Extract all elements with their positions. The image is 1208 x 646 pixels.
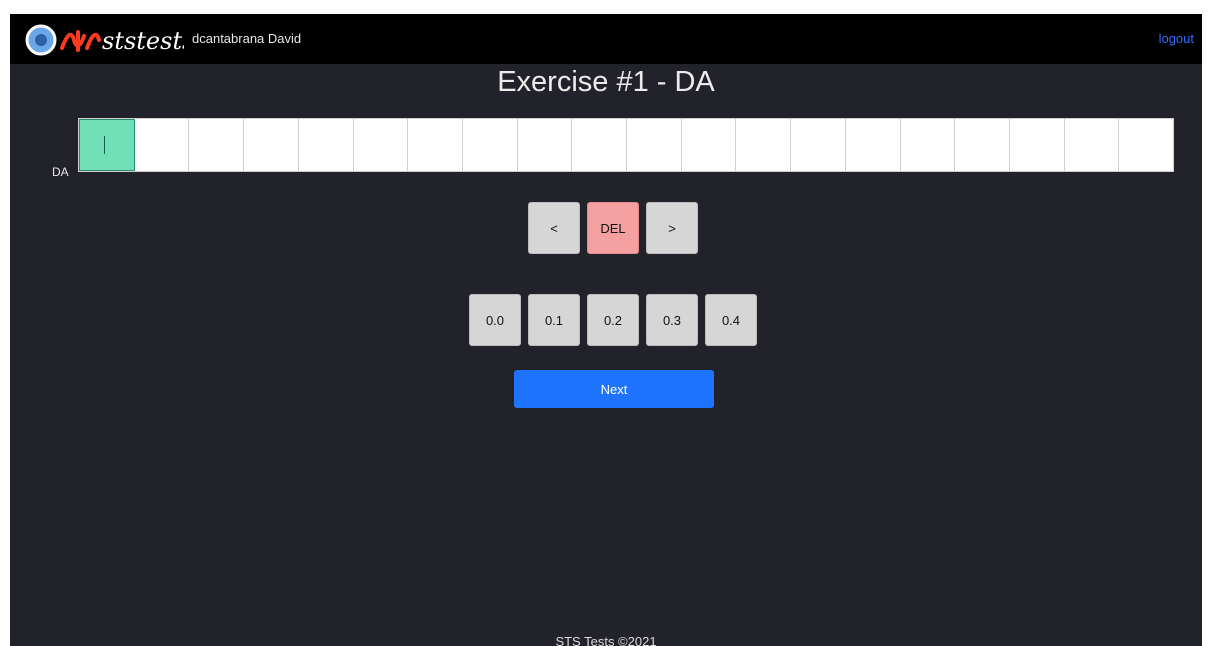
answer-cell-10[interactable] bbox=[572, 119, 628, 171]
answer-cell-11[interactable] bbox=[627, 119, 682, 171]
logo-text: ststests bbox=[102, 27, 184, 55]
answer-cell-12[interactable] bbox=[681, 119, 737, 171]
app-screen: ststests dcantabrana David logout Exerci… bbox=[10, 14, 1202, 646]
answer-cells bbox=[78, 118, 1174, 172]
footer-text: STS Tests ©2021 bbox=[555, 634, 657, 646]
delete-button[interactable]: DEL bbox=[587, 202, 639, 254]
answer-cell-3[interactable] bbox=[189, 119, 245, 171]
answer-cell-7[interactable] bbox=[408, 119, 463, 171]
answer-cell-8[interactable] bbox=[462, 119, 518, 171]
answer-cell-17[interactable] bbox=[955, 119, 1010, 171]
text-caret bbox=[104, 136, 105, 154]
answer-cell-6[interactable] bbox=[353, 119, 409, 171]
answer-cell-1[interactable] bbox=[79, 119, 135, 171]
page-title: Exercise #1 - DA bbox=[497, 66, 715, 98]
value-button-0-2[interactable]: 0.2 bbox=[587, 294, 639, 346]
answer-cell-5[interactable] bbox=[298, 119, 354, 171]
value-button-0-4[interactable]: 0.4 bbox=[705, 294, 757, 346]
answer-cell-19[interactable] bbox=[1064, 119, 1120, 171]
logout-link[interactable]: logout bbox=[1159, 31, 1194, 46]
answer-cell-16[interactable] bbox=[900, 119, 956, 171]
value-button-0-1[interactable]: 0.1 bbox=[528, 294, 580, 346]
row-label: DA bbox=[52, 165, 69, 179]
answer-cell-13[interactable] bbox=[736, 119, 792, 171]
ststests-logo: ststests bbox=[25, 24, 184, 56]
value-button-0-0[interactable]: 0.0 bbox=[469, 294, 521, 346]
answer-cell-4[interactable] bbox=[244, 119, 299, 171]
value-button-0-3[interactable]: 0.3 bbox=[646, 294, 698, 346]
answer-cell-15[interactable] bbox=[845, 119, 901, 171]
previous-button[interactable]: < bbox=[528, 202, 580, 254]
answer-cell-9[interactable] bbox=[517, 119, 573, 171]
top-bar: ststests dcantabrana David logout bbox=[10, 14, 1202, 64]
next-button[interactable]: Next bbox=[514, 370, 714, 408]
answer-cell-18[interactable] bbox=[1009, 119, 1065, 171]
forward-button[interactable]: > bbox=[646, 202, 698, 254]
answer-cell-20[interactable] bbox=[1119, 119, 1174, 171]
username: dcantabrana David bbox=[192, 31, 302, 46]
answer-cell-14[interactable] bbox=[791, 119, 846, 171]
answer-cell-2[interactable] bbox=[134, 119, 190, 171]
